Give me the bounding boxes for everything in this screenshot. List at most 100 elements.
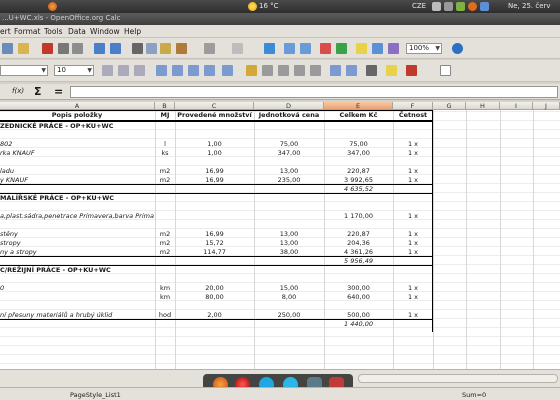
cell-f[interactable] <box>394 122 432 131</box>
cell-e[interactable]: 220,87 <box>325 230 392 239</box>
cell-e[interactable] <box>325 131 392 140</box>
cell-f[interactable]: 1 x <box>394 149 432 158</box>
zoom-select[interactable]: 100% ▼ <box>406 43 442 54</box>
cell-a[interactable]: 802 <box>0 140 154 149</box>
cell-d[interactable] <box>255 131 323 140</box>
menu-tools[interactable]: Tools <box>44 27 62 36</box>
hyperlink-icon[interactable] <box>264 43 275 54</box>
cell-b[interactable]: ks <box>156 149 174 158</box>
column-header-a[interactable]: A <box>0 102 155 110</box>
add-decimal-icon[interactable] <box>294 65 305 76</box>
cell-c[interactable]: 16,99 <box>176 167 253 176</box>
cell-d[interactable]: 13,00 <box>255 239 323 248</box>
cell-a[interactable]: 0 <box>0 284 154 293</box>
redo-icon[interactable] <box>232 43 243 54</box>
cell-a[interactable]: stěny <box>0 230 154 239</box>
weather-label[interactable]: 16 °C <box>259 2 279 10</box>
column-header-j[interactable]: J <box>533 102 560 110</box>
menu-window[interactable]: Window <box>90 27 120 36</box>
cell-d[interactable]: 13,00 <box>255 230 323 239</box>
menu-insert[interactable]: ert <box>0 27 11 36</box>
table-header-cell[interactable]: Provedené množství <box>176 111 253 120</box>
cell-c[interactable] <box>176 275 253 284</box>
cell-d[interactable] <box>255 320 323 329</box>
cell-e[interactable]: 1 440,00 <box>325 320 392 329</box>
font-color-icon[interactable] <box>406 65 417 76</box>
volume-icon[interactable] <box>444 2 453 11</box>
cell-f[interactable] <box>394 320 432 329</box>
cell-e[interactable] <box>325 221 392 230</box>
cell-a[interactable]: rka KNAUF <box>0 149 154 158</box>
cell-a[interactable] <box>0 302 154 311</box>
cell-f[interactable] <box>394 266 432 275</box>
cell-a[interactable]: ladu <box>0 167 154 176</box>
cell-f[interactable] <box>394 194 432 203</box>
horizontal-scrollbar[interactable] <box>358 374 558 383</box>
cell-f[interactable] <box>394 221 432 230</box>
toggle-grid-icon[interactable] <box>440 65 451 76</box>
cell-b[interactable] <box>156 131 174 140</box>
firefox-tray-icon[interactable] <box>468 2 477 11</box>
cell-e[interactable] <box>325 194 392 203</box>
cell-e[interactable] <box>325 122 392 131</box>
cell-b[interactable] <box>156 203 174 212</box>
cell-c[interactable]: 1,00 <box>176 149 253 158</box>
cell-a[interactable] <box>0 203 154 212</box>
table-header-cell[interactable]: Celkem Kč <box>325 111 392 120</box>
spellcheck-icon[interactable] <box>94 43 105 54</box>
print-preview-icon[interactable] <box>72 43 83 54</box>
autospell-icon[interactable] <box>110 43 121 54</box>
decrease-indent-icon[interactable] <box>330 65 341 76</box>
cell-b[interactable] <box>156 122 174 131</box>
cell-f[interactable]: 1 x <box>394 284 432 293</box>
column-header-f[interactable]: F <box>393 102 433 110</box>
cell-f[interactable] <box>394 302 432 311</box>
cell-e[interactable] <box>325 158 392 167</box>
email-icon[interactable] <box>18 43 29 54</box>
cell-c[interactable] <box>176 122 253 131</box>
cell-d[interactable] <box>255 212 323 221</box>
cut-icon[interactable] <box>132 43 143 54</box>
cell-f[interactable]: 1 x <box>394 239 432 248</box>
cell-d[interactable] <box>255 302 323 311</box>
cell-d[interactable] <box>255 275 323 284</box>
page-style-label[interactable]: PageStyle_List1 <box>70 391 121 399</box>
cell-e[interactable]: 347,00 <box>325 149 392 158</box>
formula-input[interactable] <box>70 86 558 98</box>
cell-a[interactable] <box>0 221 154 230</box>
justify-icon[interactable] <box>204 65 215 76</box>
gallery-icon[interactable] <box>388 43 399 54</box>
cell-c[interactable] <box>176 131 253 140</box>
cell-c[interactable] <box>176 212 253 221</box>
merge-cells-icon[interactable] <box>222 65 233 76</box>
copy-icon[interactable] <box>146 43 157 54</box>
menu-data[interactable]: Data <box>68 27 86 36</box>
cell-d[interactable] <box>255 221 323 230</box>
table-header-cell[interactable]: MJ <box>156 111 174 120</box>
cell-c[interactable]: 15,72 <box>176 239 253 248</box>
cell-a[interactable] <box>0 158 154 167</box>
borders-icon[interactable] <box>366 65 377 76</box>
sort-ascending-icon[interactable] <box>284 43 295 54</box>
network-icon[interactable] <box>432 2 441 11</box>
column-header-i[interactable]: I <box>500 102 533 110</box>
align-center-icon[interactable] <box>172 65 183 76</box>
cell-f[interactable]: 1 x <box>394 167 432 176</box>
cell-b[interactable]: m2 <box>156 167 174 176</box>
cell-c[interactable] <box>176 266 253 275</box>
cell-f[interactable] <box>394 158 432 167</box>
cell-d[interactable] <box>255 266 323 275</box>
italic-icon[interactable] <box>118 65 129 76</box>
table-header-cell[interactable]: Popis položky <box>0 111 154 120</box>
column-header-d[interactable]: D <box>254 102 324 110</box>
background-color-icon[interactable] <box>386 65 397 76</box>
cell-e[interactable] <box>325 266 392 275</box>
cell-c[interactable]: 80,00 <box>176 293 253 302</box>
cell-a[interactable]: MALÍŘSKÉ PRÁCE - OP+KU+WC <box>0 194 154 203</box>
cell-d[interactable]: 75,00 <box>255 140 323 149</box>
column-header-h[interactable]: H <box>466 102 500 110</box>
delete-decimal-icon[interactable] <box>310 65 321 76</box>
table-header-cell[interactable]: Jednotková cena <box>255 111 323 120</box>
table-header-cell[interactable]: Četnost <box>394 111 432 120</box>
column-header-b[interactable]: B <box>155 102 175 110</box>
